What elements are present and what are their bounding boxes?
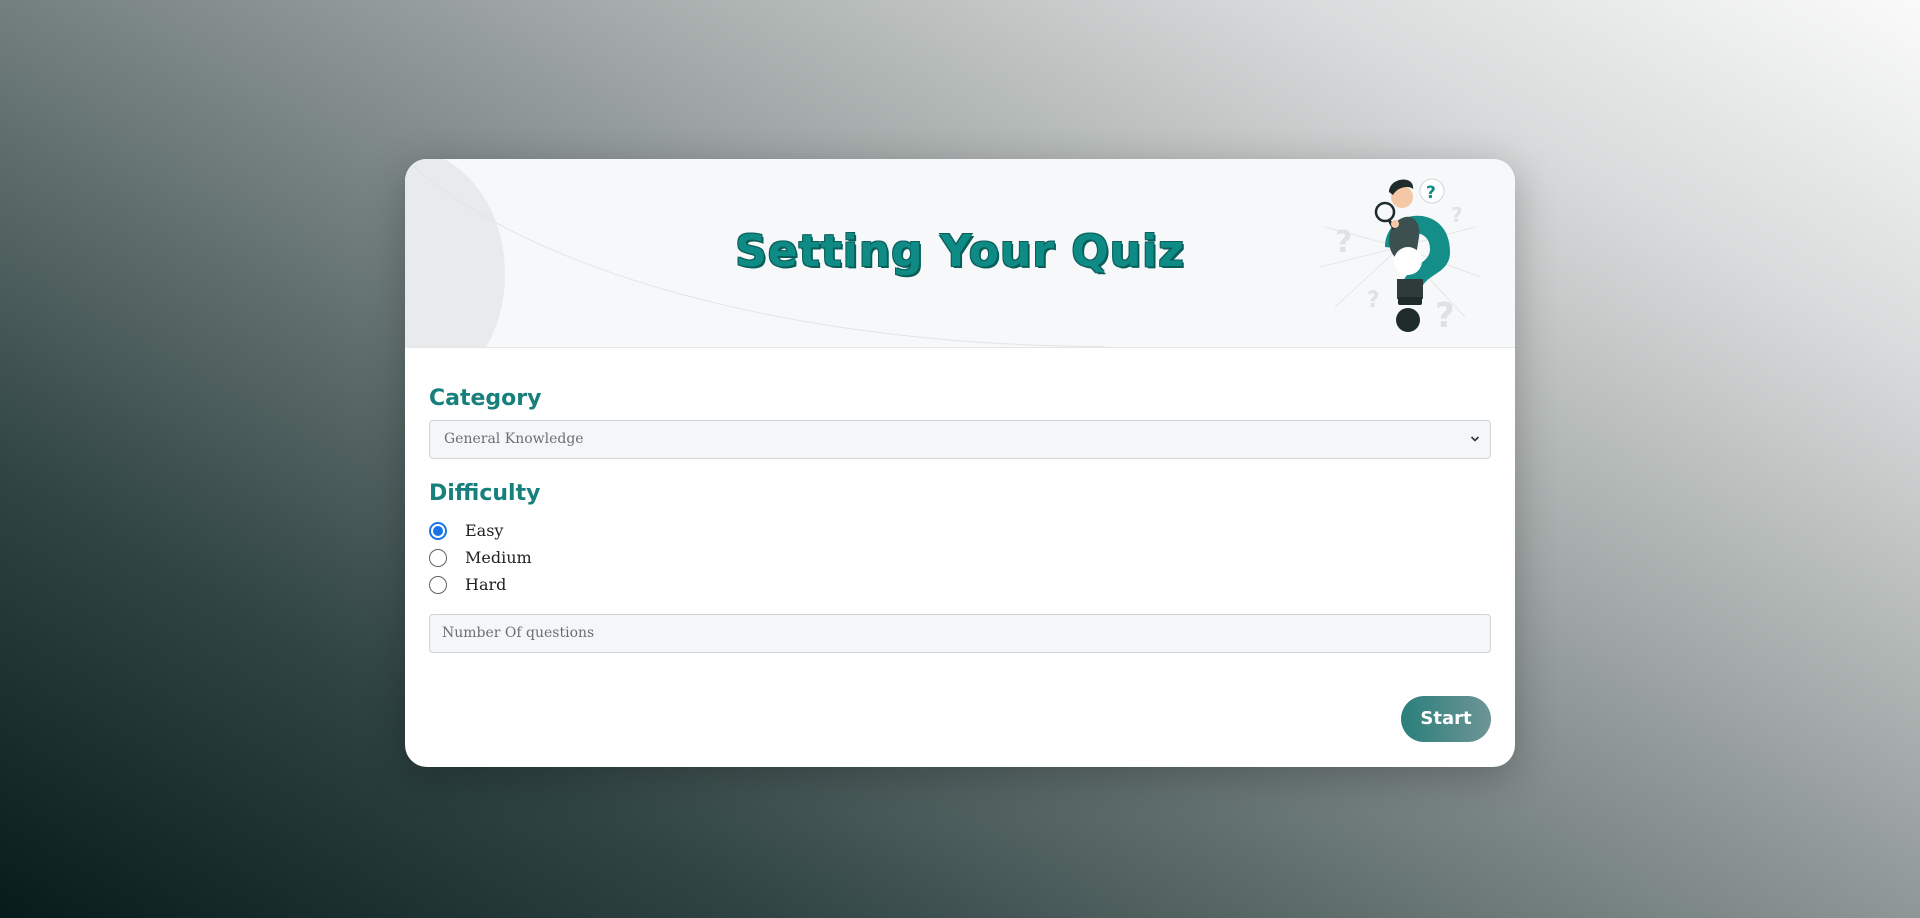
category-selected-value: General Knowledge xyxy=(444,431,584,447)
difficulty-radio-group: Easy Medium Hard xyxy=(429,517,1491,598)
radio-hard[interactable] xyxy=(429,575,447,594)
category-label: Category xyxy=(429,386,542,411)
question-mark-person-icon: ? ? ? ? ? xyxy=(1319,178,1481,336)
category-select[interactable]: General Knowledge xyxy=(429,420,1491,459)
difficulty-label: Difficulty xyxy=(429,481,541,506)
difficulty-option-medium[interactable]: Medium xyxy=(429,544,1491,571)
svg-text:?: ? xyxy=(1335,225,1352,260)
radio-easy[interactable] xyxy=(429,521,447,540)
number-of-questions-placeholder: Number Of questions xyxy=(442,625,595,641)
radio-label-hard: Hard xyxy=(465,575,507,594)
card-body: Category General Knowledge Difficulty Ea… xyxy=(405,348,1515,767)
chevron-down-icon xyxy=(1470,436,1480,442)
radio-medium[interactable] xyxy=(429,548,447,567)
card-header: Setting Your Quiz ? ? ? ? ? xyxy=(405,159,1515,348)
radio-label-easy: Easy xyxy=(465,521,504,540)
difficulty-option-hard[interactable]: Hard xyxy=(429,571,1491,598)
svg-text:?: ? xyxy=(1435,296,1455,336)
quiz-setup-card: Setting Your Quiz ? ? ? ? ? Category Gen… xyxy=(405,159,1515,767)
svg-text:?: ? xyxy=(1426,183,1436,203)
difficulty-option-easy[interactable]: Easy xyxy=(429,517,1491,544)
svg-text:?: ? xyxy=(1451,203,1463,227)
svg-text:?: ? xyxy=(1367,288,1380,313)
start-button[interactable]: Start xyxy=(1401,696,1491,742)
number-of-questions-input[interactable]: Number Of questions xyxy=(429,614,1491,653)
radio-label-medium: Medium xyxy=(465,548,532,567)
